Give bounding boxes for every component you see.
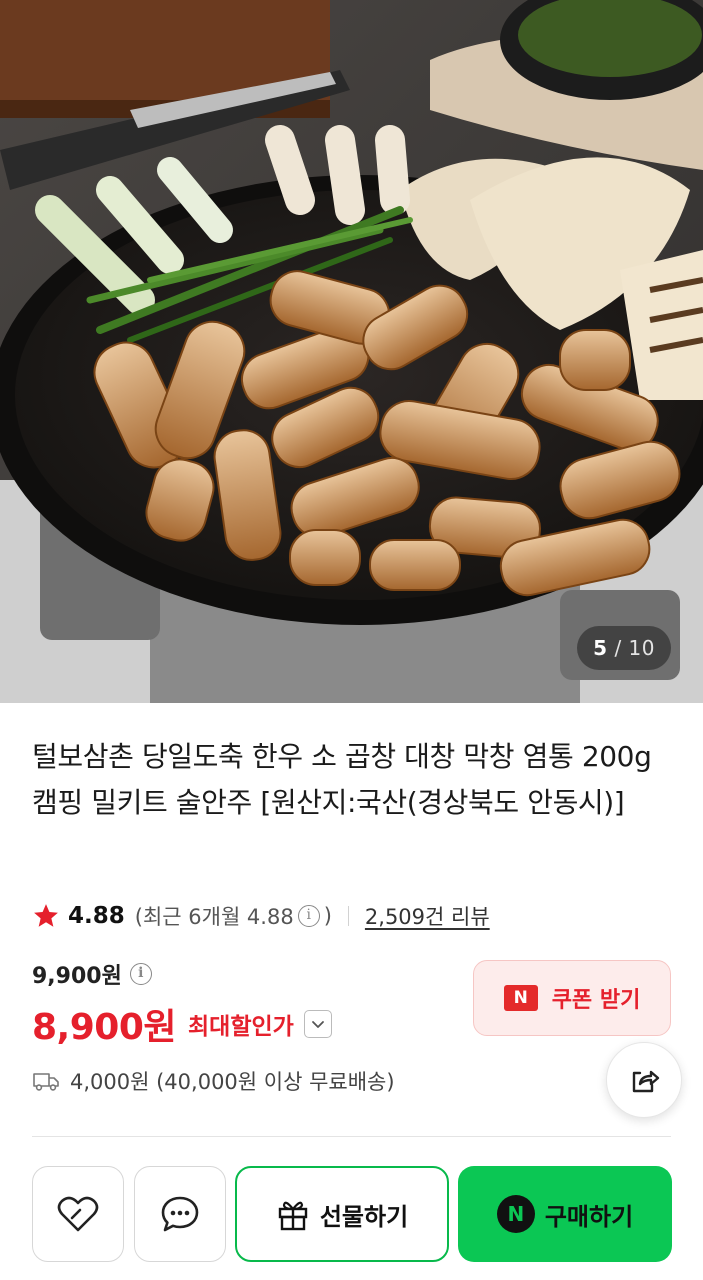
info-icon[interactable]: i <box>129 963 152 985</box>
image-counter-separator: / <box>614 636 622 660</box>
gift-button-label: 선물하기 <box>319 1202 409 1231</box>
product-title: 털보삼촌 당일도축 한우 소 곱창 대창 막창 염통 200g 캠핑 밀키트 술… <box>32 740 652 819</box>
review-count-link[interactable]: 2,509건 리뷰 <box>365 901 490 931</box>
heart-icon <box>57 1196 99 1232</box>
rating-row: 4.88 (최근 6개월 4.88 i ) 2,509건 리뷰 <box>32 898 490 934</box>
shipping-text: 4,000원 (40,000원 이상 무료배송) <box>70 1070 395 1094</box>
share-icon <box>632 1070 660 1093</box>
gift-icon <box>278 1201 308 1231</box>
talk-button[interactable] <box>134 1166 226 1262</box>
image-counter: 5 / 10 <box>577 626 671 670</box>
chevron-down-icon <box>311 1021 324 1028</box>
original-price: 9,900원 <box>32 964 122 989</box>
divider <box>347 906 349 926</box>
price-detail-toggle[interactable] <box>303 1010 332 1038</box>
section-divider <box>32 1136 671 1137</box>
rating-recent-prefix: (최근 6개월 4.88 <box>134 905 294 929</box>
sale-price-row: 8,900원 최대할인가 <box>32 998 332 1050</box>
sale-price-label: 최대할인가 <box>188 1014 294 1040</box>
buy-button[interactable]: N 구매하기 <box>458 1166 672 1262</box>
product-image[interactable]: 5 / 10 <box>0 0 703 703</box>
image-counter-total: 10 <box>628 636 655 660</box>
naver-pay-icon: N <box>496 1195 535 1233</box>
rating-score: 4.88 <box>68 903 125 929</box>
rating-recent: (최근 6개월 4.88 i ) <box>135 901 332 931</box>
wishlist-button[interactable] <box>32 1166 124 1262</box>
buy-button-label: 구매하기 <box>544 1202 634 1231</box>
truck-icon <box>33 1073 59 1091</box>
coupon-button[interactable]: N 쿠폰 받기 <box>473 960 671 1036</box>
product-photo <box>0 0 703 703</box>
info-icon[interactable]: i <box>297 905 320 927</box>
original-price-row: 9,900원 i <box>32 958 156 990</box>
coupon-button-label: 쿠폰 받기 <box>551 988 641 1013</box>
share-button[interactable] <box>606 1042 682 1118</box>
rating-recent-suffix: ) <box>323 904 332 928</box>
star-icon <box>34 904 58 927</box>
gift-button[interactable]: 선물하기 <box>235 1166 449 1262</box>
naver-badge-icon: N <box>503 985 538 1011</box>
sale-price: 8,900원 <box>32 1007 177 1048</box>
image-counter-current: 5 <box>593 636 608 660</box>
shipping-info: 4,000원 (40,000원 이상 무료배송) <box>32 1066 395 1096</box>
chat-icon <box>161 1196 199 1232</box>
